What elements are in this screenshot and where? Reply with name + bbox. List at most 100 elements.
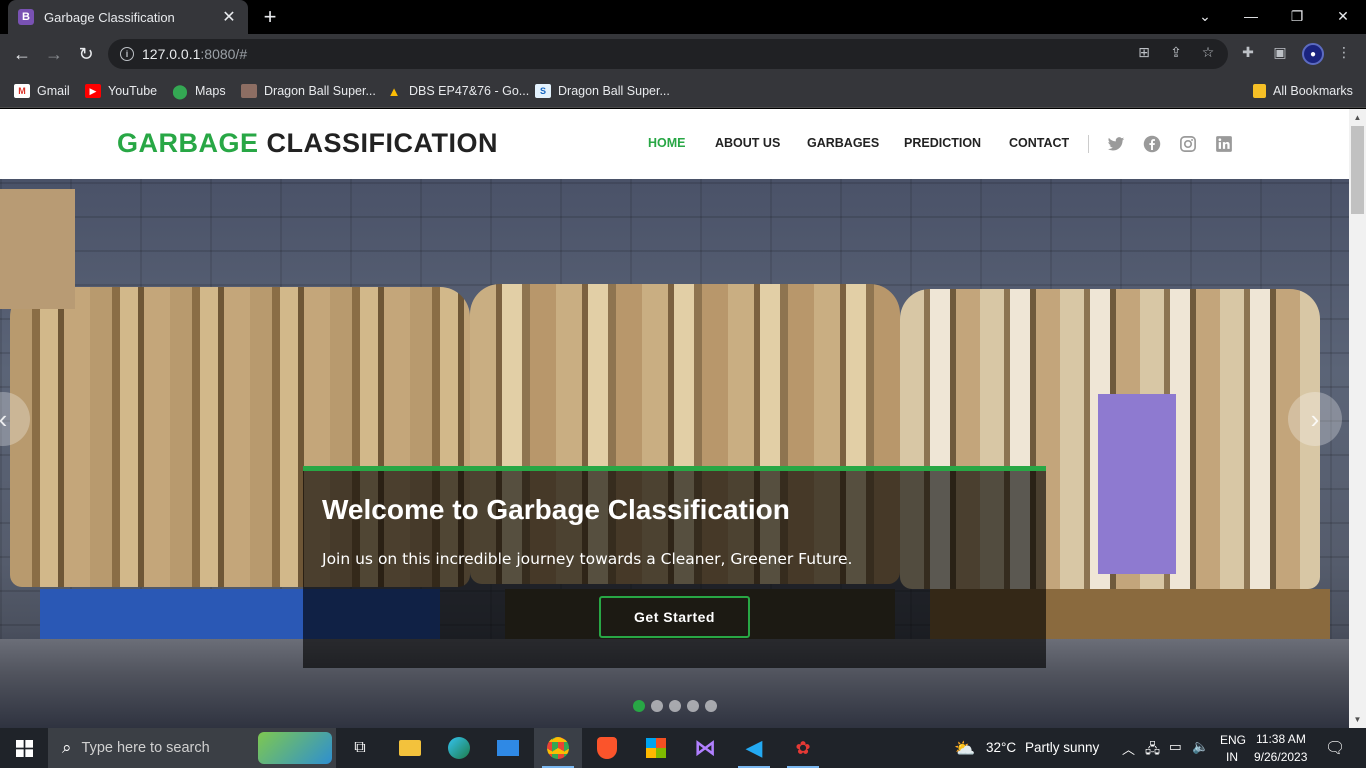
side-panel-icon[interactable]: ▣ <box>1270 42 1290 62</box>
carousel-next-button[interactable]: › <box>1288 392 1342 446</box>
page-scrollbar[interactable]: ▲ ▼ <box>1349 109 1366 728</box>
hero-subtitle: Join us on this incredible journey towar… <box>322 550 853 568</box>
get-started-button[interactable]: Get Started <box>599 596 750 638</box>
bookmark-dragon-ball-1[interactable]: Dragon Ball Super... <box>241 82 376 100</box>
notifications-icon[interactable]: 🗨 <box>1325 738 1345 758</box>
app-icon[interactable]: ✿ <box>779 728 827 768</box>
close-window-button[interactable]: ✕ <box>1320 0 1366 32</box>
windows-logo-icon <box>15 739 33 757</box>
extensions-icon[interactable]: ✚ <box>1238 42 1258 62</box>
search-highlight-image <box>258 732 332 764</box>
reload-button[interactable]: ↻ <box>74 42 98 66</box>
youtube-icon: ▶ <box>85 84 101 98</box>
bookmark-dbs-drive[interactable]: ▲ DBS EP47&76 - Go... <box>386 82 530 100</box>
carousel-dot[interactable] <box>705 700 717 712</box>
web-page: GARBAGE CLASSIFICATION HOME ABOUT US GAR… <box>0 109 1349 728</box>
nav-garbages[interactable]: GARBAGES <box>807 136 879 152</box>
search-icon: ⌕ <box>62 738 72 757</box>
translate-icon[interactable]: ⊞ <box>1134 42 1154 62</box>
show-hidden-icons-icon[interactable]: ︿ <box>1122 739 1135 758</box>
google-drive-icon: ▲ <box>387 83 401 99</box>
taskbar-search-box[interactable]: ⌕ Type here to search <box>48 728 336 768</box>
minimize-button[interactable]: — <box>1228 0 1274 32</box>
nav-prediction[interactable]: PREDICTION <box>904 136 981 152</box>
bookmark-label: Gmail <box>37 84 70 98</box>
bookmark-youtube[interactable]: ▶ YouTube <box>85 82 157 100</box>
clock-date[interactable]: 9/26/2023 <box>1254 750 1307 764</box>
edge-icon[interactable] <box>435 728 483 768</box>
site-logo[interactable]: GARBAGE CLASSIFICATION <box>117 128 498 159</box>
chrome-icon[interactable] <box>534 728 582 768</box>
bookmark-gmail[interactable]: M Gmail <box>14 82 70 100</box>
language-indicator-top[interactable]: ENG <box>1220 733 1246 747</box>
bookmark-dragon-ball-2[interactable]: S Dragon Ball Super... <box>535 82 670 100</box>
carousel-dot[interactable] <box>669 700 681 712</box>
language-indicator-bottom[interactable]: IN <box>1226 750 1238 764</box>
task-view-icon[interactable]: ⧉ <box>336 728 384 768</box>
tab-strip: B Garbage Classification ✕ + ⌄ — ❐ ✕ <box>0 0 1366 34</box>
weather-desc[interactable]: Partly sunny <box>1025 740 1099 755</box>
site-info-icon[interactable]: i <box>120 47 134 61</box>
file-explorer-icon[interactable] <box>386 728 434 768</box>
bookmark-label: DBS EP47&76 - Go... <box>409 84 530 98</box>
folder-icon <box>1253 84 1266 98</box>
network-icon[interactable]: 🖧 <box>1145 739 1160 762</box>
visual-studio-icon[interactable]: ⋈ <box>681 728 729 768</box>
weather-temp[interactable]: 32°C <box>986 740 1016 755</box>
bookmark-favicon: S <box>535 84 551 98</box>
microsoft-store-icon[interactable] <box>632 728 680 768</box>
start-button[interactable] <box>0 728 48 768</box>
vscode-icon[interactable]: ◀ <box>730 728 778 768</box>
mail-icon[interactable] <box>484 728 532 768</box>
bookmark-label: Dragon Ball Super... <box>264 84 376 98</box>
scroll-down-icon[interactable]: ▼ <box>1349 711 1366 728</box>
brave-icon[interactable] <box>583 728 631 768</box>
browser-toolbar: ← → ↻ i 127.0.0.1:8080/# ⊞ ⇪ ☆ ✚ ▣ ● ⋮ <box>0 34 1366 74</box>
address-bar[interactable]: i 127.0.0.1:8080/# <box>108 39 1228 69</box>
logo-text: CLASSIFICATION <box>266 128 499 158</box>
forward-button[interactable]: → <box>42 42 66 66</box>
bookmark-label: Dragon Ball Super... <box>558 84 670 98</box>
browser-tab[interactable]: B Garbage Classification ✕ <box>8 0 248 34</box>
restore-button[interactable]: ❐ <box>1274 0 1320 32</box>
logo-accent-text: GARBAGE <box>117 128 259 158</box>
new-tab-button[interactable]: + <box>258 4 282 29</box>
back-button[interactable]: ← <box>10 42 34 66</box>
hero-image-box <box>1098 394 1176 574</box>
profile-avatar[interactable]: ● <box>1302 43 1324 65</box>
nav-home[interactable]: HOME <box>648 136 686 152</box>
battery-icon[interactable]: ▭ <box>1169 739 1182 755</box>
hero-image-box <box>0 189 75 309</box>
search-placeholder: Type here to search <box>81 740 210 756</box>
bookmark-star-icon[interactable]: ☆ <box>1198 42 1218 62</box>
weather-icon[interactable]: ⛅ <box>954 739 975 759</box>
menu-kebab-icon[interactable]: ⋮ <box>1334 42 1354 62</box>
bookmark-label: All Bookmarks <box>1273 84 1353 98</box>
close-tab-icon[interactable]: ✕ <box>220 8 238 26</box>
twitter-icon[interactable] <box>1107 135 1125 153</box>
nav-about-us[interactable]: ABOUT US <box>715 136 780 152</box>
nav-contact[interactable]: CONTACT <box>1009 136 1069 152</box>
linkedin-icon[interactable] <box>1215 135 1233 153</box>
bookmark-maps[interactable]: ⬤ Maps <box>172 82 225 100</box>
bootstrap-favicon-icon: B <box>18 9 34 25</box>
hero-title: Welcome to Garbage Classification <box>322 494 790 525</box>
all-bookmarks-button[interactable]: All Bookmarks <box>1253 82 1353 100</box>
bookmark-favicon <box>241 84 257 98</box>
windows-taskbar: ⌕ Type here to search ⧉ ⋈ ◀ ✿ ⛅ 32°C Par… <box>0 728 1366 768</box>
scrollbar-thumb[interactable] <box>1351 126 1364 214</box>
carousel-dot[interactable] <box>687 700 699 712</box>
scroll-up-icon[interactable]: ▲ <box>1349 109 1366 126</box>
tab-search-chevron-icon[interactable]: ⌄ <box>1182 0 1228 32</box>
share-icon[interactable]: ⇪ <box>1166 42 1186 62</box>
site-header: GARBAGE CLASSIFICATION HOME ABOUT US GAR… <box>0 109 1349 179</box>
bookmark-label: YouTube <box>108 84 158 98</box>
instagram-icon[interactable] <box>1179 135 1197 153</box>
clock-time[interactable]: 11:38 AM <box>1256 732 1306 746</box>
tab-title: Garbage Classification <box>44 9 175 25</box>
facebook-icon[interactable] <box>1143 135 1161 153</box>
hero-caption: Welcome to Garbage Classification Join u… <box>303 466 1046 668</box>
carousel-dot[interactable] <box>633 700 645 712</box>
carousel-dot[interactable] <box>651 700 663 712</box>
volume-icon[interactable]: 🔈 <box>1192 739 1209 755</box>
